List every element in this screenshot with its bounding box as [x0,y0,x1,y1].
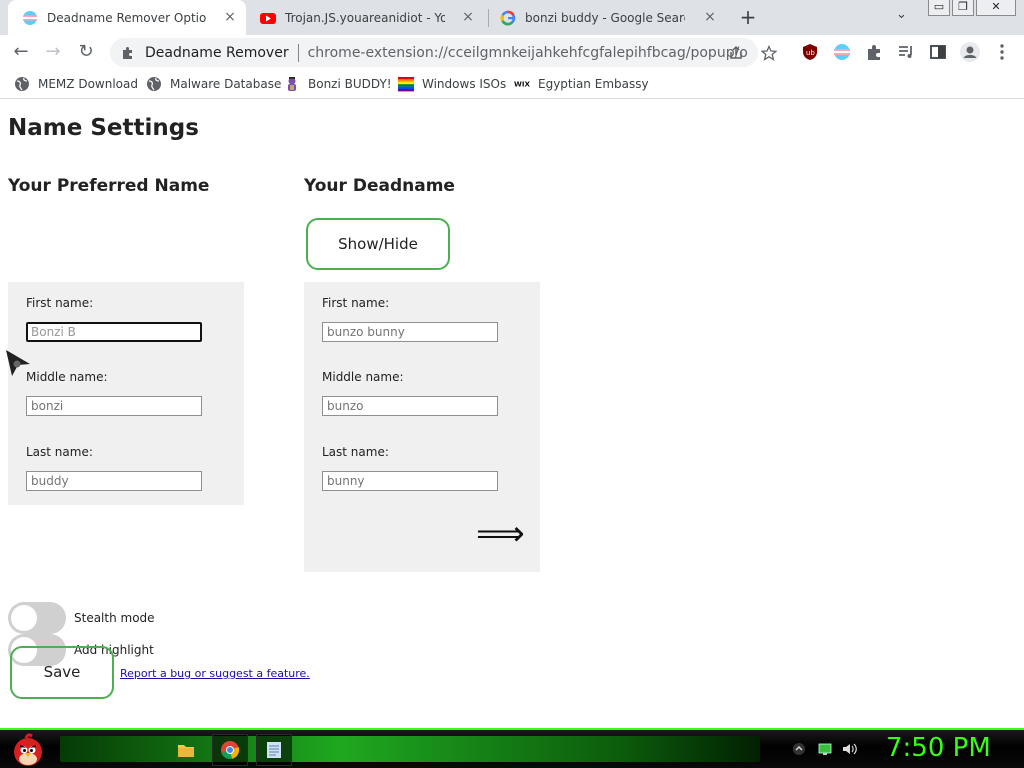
preferred-name-heading: Your Preferred Name [8,176,210,196]
preferred-last-name-input[interactable] [26,471,202,491]
extensions-puzzle-icon[interactable] [865,43,883,61]
puzzle-piece-icon [123,46,132,59]
bookmark-label: Egyptian Embassy [538,77,649,91]
chrome-icon [221,741,240,760]
tab-close-icon[interactable]: × [702,9,718,25]
forward-button[interactable]: → [42,41,64,63]
back-button[interactable]: ← [10,41,32,63]
globe-icon [15,77,29,91]
save-button[interactable]: Save [10,646,114,699]
tab-search-icon[interactable]: ⌄ [896,7,907,22]
volume-icon[interactable] [842,742,858,760]
tab-youtube[interactable]: Trojan.JS.youareanidiot - YouTube × [246,0,484,35]
omnibox-divider [297,43,299,62]
site-name: Deadname Remover [145,44,289,61]
deadname-card: First name: Middle name: Last name: ⟹ [304,282,540,572]
globe-icon [147,77,161,91]
tab-title: Deadname Remover Options [47,10,207,25]
report-bug-link[interactable]: Report a bug or suggest a feature. [120,667,310,680]
taskbar-glow [60,736,760,762]
minimize-button[interactable]: ▭ [928,0,950,16]
bookmark-label: Bonzi BUDDY! [308,77,392,91]
svg-text:WIX: WIX [514,80,530,89]
bookmarks-bar: MEMZ Download Malware Database Bonzi BUD… [0,69,1024,99]
new-tab-button[interactable]: + [738,6,758,28]
media-controls-icon[interactable] [897,43,915,61]
show-hidden-icons-icon[interactable] [792,742,806,760]
wix-icon: WIX [514,80,530,89]
maximize-button[interactable]: ❐ [952,0,974,16]
deadname-middle-name-label: Middle name: [322,370,404,384]
google-icon [500,10,516,25]
url-text[interactable]: chrome-extension://cceilgmnkeijahkehfcgf… [308,45,748,61]
page-title: Name Settings [8,115,199,141]
taskbar-file-explorer[interactable] [168,734,204,766]
show-hide-button[interactable]: Show/Hide [306,218,450,270]
notepad-icon [267,742,281,758]
taskbar-chrome[interactable] [212,734,248,766]
bookmark-label: Malware Database [170,77,282,91]
kebab-menu-icon[interactable] [994,43,1010,61]
deadname-last-name-input[interactable] [322,471,498,491]
reload-button[interactable]: ↻ [75,41,97,63]
speaker-icon [843,743,857,755]
double-arrow-right-icon[interactable]: ⟹ [476,517,525,551]
preferred-middle-name-label: Middle name: [26,370,108,384]
bonzi-icon [288,77,296,91]
taskbar-notepad[interactable] [256,734,292,766]
tab-close-icon[interactable]: × [222,9,238,25]
deadname-first-name-label: First name: [322,296,390,310]
preferred-name-card: First name: Middle name: Last name: [8,282,244,505]
profile-avatar-icon[interactable] [960,42,980,62]
tab-strip: Deadname Remover Options × Trojan.JS.you… [0,0,1024,35]
browser-toolbar: ← → ↻ Deadname Remover chrome-extension:… [0,35,1024,69]
taskbar-clock[interactable]: 7:50 PM [886,733,991,763]
side-panel-icon[interactable] [929,43,947,61]
youtube-icon [260,12,276,24]
tab-title: Trojan.JS.youareanidiot - YouTube [285,10,445,25]
options-page: Name Settings Your Preferred Name Your D… [0,100,1024,728]
preferred-last-name-label: Last name: [26,445,93,459]
angry-bird-start-icon[interactable] [10,732,46,768]
preferred-middle-name-input[interactable] [26,396,202,416]
svg-text:ub: ub [806,49,815,57]
tab-title: bonzi buddy - Google Search [525,10,685,25]
close-window-button[interactable]: ✕ [976,0,1016,16]
tab-close-icon[interactable]: × [460,9,476,25]
address-bar[interactable]: Deadname Remover chrome-extension://ccei… [110,38,777,67]
cursor-icon [6,350,30,376]
stealth-mode-toggle[interactable] [8,602,66,634]
bookmark-memz-download[interactable]: MEMZ Download [14,75,138,93]
tab-google-search[interactable]: bonzi buddy - Google Search × [486,0,726,35]
preferred-first-name-label: First name: [26,296,94,310]
taskbar: 7:50 PM [0,728,1024,768]
trans-flag-icon [23,10,37,25]
bookmark-malware-database[interactable]: Malware Database [146,75,281,93]
preferred-first-name-input[interactable] [26,322,202,342]
chevron-up-icon [793,743,805,755]
monitor-network-icon [818,743,832,755]
rainbow-flag-icon [398,77,414,92]
bookmark-bonzi-buddy[interactable]: Bonzi BUDDY! [284,75,392,93]
bookmark-star-icon[interactable] [761,45,777,61]
network-icon[interactable] [818,742,832,760]
deadname-middle-name-input[interactable] [322,396,498,416]
tab-deadname-remover-options[interactable]: Deadname Remover Options × [8,0,246,35]
deadname-first-name-input[interactable] [322,322,498,342]
bookmark-egyptian-embassy[interactable]: WIX Egyptian Embassy [514,75,649,93]
folder-icon [178,745,194,757]
bookmark-windows-isos[interactable]: Windows ISOs [398,75,506,93]
share-icon[interactable] [728,45,744,61]
trans-flag-extension-icon[interactable] [833,43,851,61]
stealth-mode-label: Stealth mode [74,611,155,625]
ublock-icon[interactable]: ub [801,43,819,61]
toggle-knob [11,605,37,631]
deadname-last-name-label: Last name: [322,445,389,459]
deadname-heading: Your Deadname [304,176,455,196]
bookmark-label: MEMZ Download [38,77,138,91]
bookmark-label: Windows ISOs [422,77,507,91]
